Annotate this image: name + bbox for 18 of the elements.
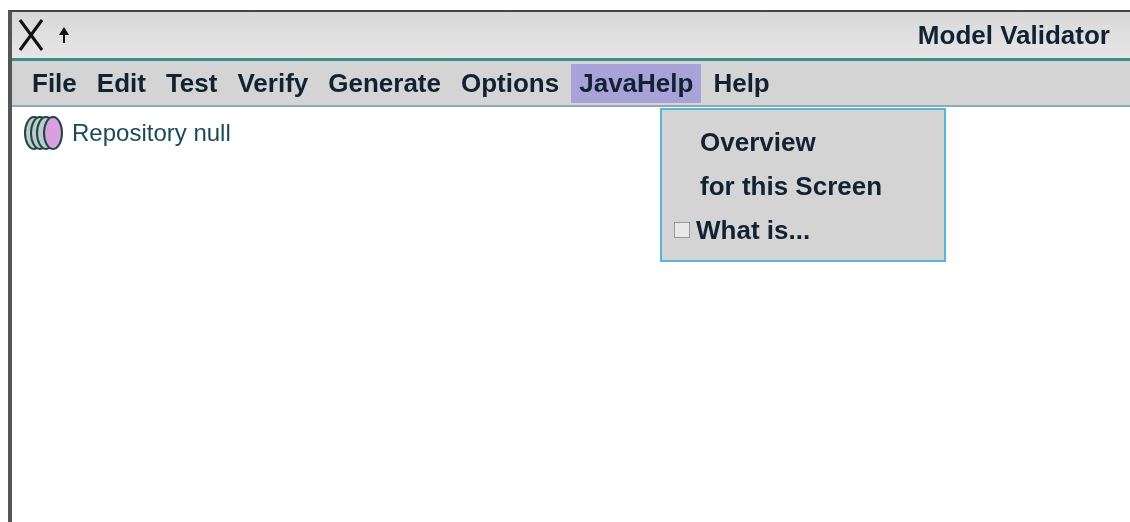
- menu-item[interactable]: Options: [453, 63, 568, 103]
- menu-option-label: What is...: [696, 214, 811, 246]
- menu-option[interactable]: Overview: [662, 120, 944, 164]
- tree-item[interactable]: Repository null: [72, 119, 231, 147]
- menu-item[interactable]: Test: [157, 63, 226, 103]
- menu-item[interactable]: Generate: [320, 63, 449, 103]
- menu-item[interactable]: File: [24, 63, 85, 103]
- window-title: Model Validator: [917, 19, 1110, 51]
- menu-option[interactable]: for this Screen: [662, 164, 944, 208]
- x-logo-icon: [18, 18, 44, 52]
- menu-item[interactable]: Verify: [229, 63, 317, 103]
- menu-item[interactable]: Help: [705, 63, 778, 103]
- menu-option[interactable]: What is...: [662, 208, 944, 252]
- menu-item[interactable]: JavaHelp: [571, 63, 702, 103]
- menu-item[interactable]: Edit: [88, 63, 154, 103]
- repository-icon: [22, 115, 66, 151]
- pin-icon[interactable]: [58, 26, 70, 44]
- checkbox[interactable]: [674, 222, 690, 238]
